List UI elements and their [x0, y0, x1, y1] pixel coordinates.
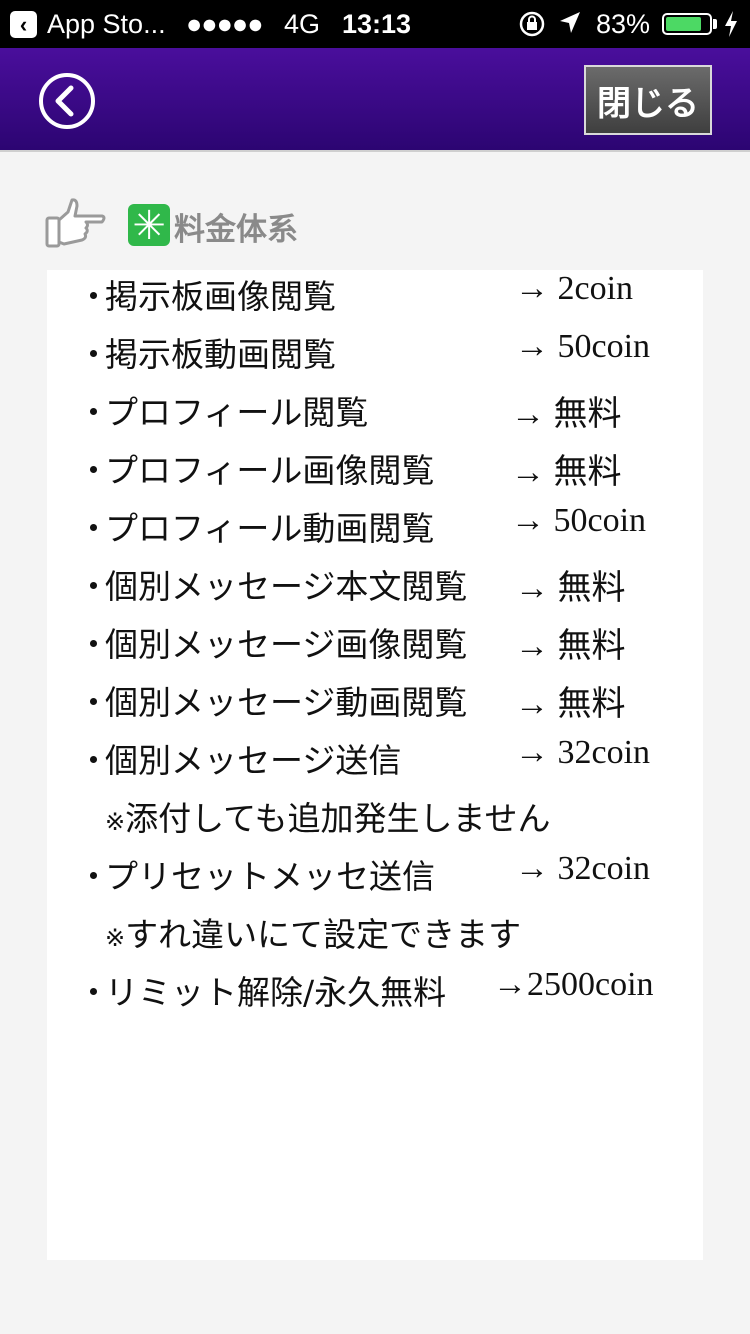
- nav-bar: 閉じる: [0, 48, 750, 152]
- rate-price: → 2coin: [515, 270, 634, 307]
- rotation-lock-icon: [519, 11, 545, 37]
- rate-price: → 32coin: [515, 734, 651, 771]
- note-text: ※すれ違いにて設定できます: [105, 908, 521, 956]
- rate-price: → 無料: [515, 628, 626, 665]
- rate-label: 個別メッセージ送信: [105, 741, 402, 780]
- rate-price: → 50coin: [515, 328, 651, 365]
- clock: 13:13: [342, 9, 412, 39]
- rate-label: プリセットメッセ送信: [105, 857, 435, 896]
- note-mark: ※: [105, 808, 126, 836]
- rate-row: ・ 掲示板画像閲覧 → 2coin: [47, 270, 703, 328]
- battery-icon: [662, 13, 712, 35]
- rate-label: 個別メッセージ本文閲覧: [105, 567, 468, 606]
- battery-fill: [666, 17, 701, 31]
- asterisk-badge-icon: ✳: [128, 204, 170, 248]
- rate-row: ・ プロフィール閲覧 → 無料: [47, 386, 703, 444]
- rate-row: ・ 個別メッセージ送信 → 32coin: [47, 734, 703, 792]
- pointing-hand-icon: [45, 198, 106, 248]
- note-mark: ※: [105, 924, 126, 952]
- rate-price: → 無料: [511, 396, 622, 433]
- rate-note: ※添付しても追加発生しません: [47, 792, 703, 850]
- rate-row: ・ プロフィール画像閲覧 → 無料: [47, 444, 703, 502]
- rate-label: 掲示板画像閲覧: [105, 277, 336, 316]
- rate-label: 個別メッセージ画像閲覧: [105, 625, 468, 664]
- rate-row: ・ プリセットメッセ送信 → 32coin: [47, 850, 703, 908]
- rate-label: プロフィール閲覧: [105, 393, 369, 432]
- battery-percent: 83%: [596, 9, 651, 39]
- rate-price: → 無料: [515, 686, 626, 723]
- rate-row: ・ 掲示板動画閲覧 → 50coin: [47, 328, 703, 386]
- rate-price: →2500coin: [493, 966, 654, 1003]
- note-text: ※添付しても追加発生しません: [105, 792, 550, 840]
- note-body: 添付しても追加発生しません: [125, 799, 551, 838]
- section-header: ✳ 料金体系: [44, 196, 544, 256]
- rate-note: ※すれ違いにて設定できます: [47, 908, 703, 966]
- rate-price: → 32coin: [515, 850, 651, 887]
- rate-label: 掲示板動画閲覧: [105, 335, 336, 374]
- back-to-app-label[interactable]: App Sto...: [47, 9, 166, 40]
- rate-price: → 無料: [515, 570, 626, 607]
- charging-bolt-icon: [725, 11, 737, 37]
- note-body: すれ違いにて設定できます: [125, 915, 522, 954]
- rate-label: 個別メッセージ動画閲覧: [105, 683, 468, 722]
- pricing-panel: ・ 掲示板画像閲覧 → 2coin ・ 掲示板動画閲覧 → 50coin ・ プ…: [47, 270, 703, 1260]
- section-title: 料金体系: [174, 212, 298, 248]
- rate-label: プロフィール画像閲覧: [105, 451, 435, 490]
- rate-label: リミット解除/永久無料: [105, 973, 447, 1012]
- rate-row: ・ 個別メッセージ画像閲覧 → 無料: [47, 618, 703, 676]
- location-icon: [560, 12, 580, 33]
- rate-price: → 50coin: [511, 502, 647, 539]
- rate-price: → 無料: [511, 454, 622, 491]
- back-to-app-icon[interactable]: ‹: [10, 11, 37, 38]
- rate-row: ・ 個別メッセージ本文閲覧 → 無料: [47, 560, 703, 618]
- close-button[interactable]: 閉じる: [584, 65, 712, 135]
- rate-label: プロフィール動画閲覧: [105, 509, 435, 548]
- back-circle-icon[interactable]: [38, 72, 96, 130]
- rate-row: ・ 個別メッセージ動画閲覧 → 無料: [47, 676, 703, 734]
- battery-nub: [713, 19, 717, 29]
- signal-strength: ●●●●●: [186, 9, 264, 39]
- rate-row: ・ プロフィール動画閲覧 → 50coin: [47, 502, 703, 560]
- status-bar: ‹ App Sto... ●●●●● 4G 13:13 83%: [0, 0, 750, 48]
- network-type: 4G: [284, 9, 321, 39]
- rate-row: ・ リミット解除/永久無料 →2500coin: [47, 966, 703, 1024]
